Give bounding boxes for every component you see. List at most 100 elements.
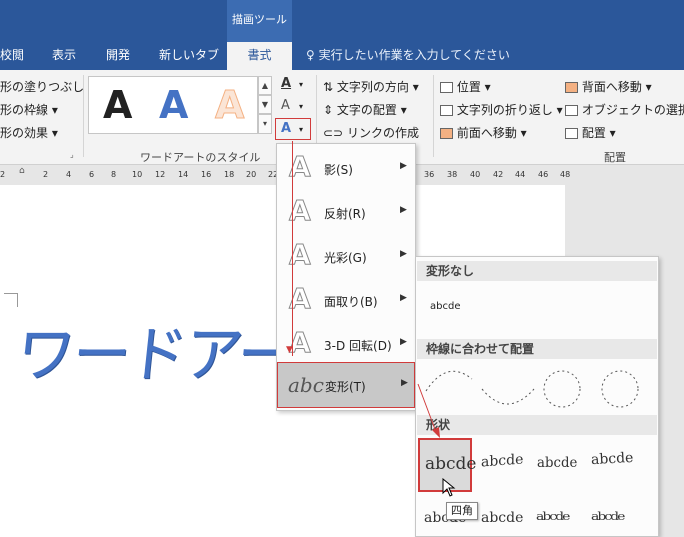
send-backward-button[interactable]: 背面へ移動 ▾ [565,78,652,95]
wordart-style-gallery[interactable]: A A A [88,76,258,134]
ruler-tick: 48 [560,170,571,179]
ruler-tick: 12 [155,170,166,179]
menu-item-label: 3-D 回転(D) [324,339,392,353]
margin-corner-mark [4,293,18,307]
warp-option[interactable]: abcde [591,511,625,524]
ruler-tick: 8 [111,170,117,179]
selection-pane-icon [565,105,578,116]
tell-me-box[interactable]: ♀ 実行したい作業を入力してください [306,42,510,70]
ruler-tick: 42 [493,170,504,179]
bring-forward-icon [440,128,453,139]
arrange-group-label: 配置 [604,151,626,164]
section-heading-follow-path: 枠線に合わせて配置 [417,339,657,359]
follow-path-button [601,370,639,408]
send-backward-icon [565,82,578,93]
gallery-more-icon[interactable]: ▾ [258,114,272,134]
text-align-icon: ⇕ [323,103,334,117]
gallery-scroll-up-icon[interactable]: ▲ [258,76,272,95]
ruler-tick: 4 [66,170,72,179]
warp-option[interactable]: abcde [481,510,523,526]
text-direction-button[interactable]: ⇅ 文字列の方向 ▾ [323,78,419,95]
follow-path-options[interactable] [422,361,654,417]
warp-option[interactable]: abcde [536,511,570,524]
align-button[interactable]: 配置 ▾ [565,124,616,141]
tab-developer[interactable]: 開発 [106,42,142,70]
chevron-right-icon: ▶ [400,293,407,303]
wordart-style-blue[interactable]: A [159,81,188,129]
text-direction-label: 文字列の方向 [336,80,409,94]
shape-outline-label: 形の枠線 [0,103,49,117]
tab-format[interactable]: 書式 [227,42,292,70]
ruler-tick: 10 [132,170,143,179]
shape-fill-button[interactable]: 形の塗りつぶし ▾ [0,78,94,95]
tab-new[interactable]: 新しいタブ [159,42,223,70]
text-align-button[interactable]: ⇕ 文字の配置 ▾ [323,101,407,118]
chevron-down-icon[interactable]: ▾ [299,102,303,111]
ruler-tick: 44 [515,170,526,179]
selection-pane-label: オブジェクトの選択と表 [581,103,684,117]
menu-item-label: 面取り(B) [324,295,378,309]
chevron-down-icon[interactable]: ▾ [299,80,303,89]
send-backward-label: 背面へ移動 [581,80,642,94]
shape-outline-button[interactable]: 形の枠線 ▾ [0,101,58,118]
menu-item-transform[interactable]: abc 変形(T) ▶ [277,362,415,408]
selection-pane-button[interactable]: オブジェクトの選択と表 [565,101,684,118]
ruler-tick: 6 [89,170,95,179]
ruler-tick: 2 [43,170,49,179]
ruler-tick: 14 [178,170,189,179]
position-icon [440,82,453,93]
wrap-text-icon [440,105,453,116]
menu-item-label: 光彩(G) [324,251,367,265]
annotation-arrow [417,383,440,438]
no-transform-option[interactable]: abcde [430,301,460,312]
menu-item-label: 影(S) [324,163,353,177]
menu-item-glow[interactable]: A 光彩(G) ▶ [277,234,415,278]
wordart-style-orange[interactable]: A [214,81,244,129]
ruler-tick: 38 [447,170,458,179]
warp-sample: abcde [425,454,477,474]
dialog-launcher-icon[interactable]: ⌟ [70,150,74,159]
text-effects-menu: A 影(S) ▶ A 反射(R) ▶ A 光彩(G) ▶ A 面取り(B) ▶ … [276,143,416,411]
menu-item-shadow[interactable]: A 影(S) ▶ [277,146,415,190]
tooltip: 四角 [446,502,478,520]
tab-view[interactable]: 表示 [52,42,88,70]
gallery-scroll-down-icon[interactable]: ▼ [258,95,272,114]
chevron-right-icon: ▶ [400,337,407,347]
wrap-text-label: 文字列の折り返し [456,103,553,117]
transform-icon: abc [288,373,324,397]
follow-path-circle [543,370,581,408]
indent-marker-icon[interactable]: ⌂ [19,166,25,176]
ruler-tick: 40 [470,170,481,179]
tab-review[interactable]: 校閲 [0,42,40,70]
shape-effects-button[interactable]: 形の効果 ▾ [0,124,58,141]
position-button[interactable]: 位置 ▾ [440,78,491,95]
text-direction-icon: ⇅ [323,80,334,94]
wrap-text-button[interactable]: 文字列の折り返し ▾ [440,101,563,118]
menu-item-reflection[interactable]: A 反射(R) ▶ [277,190,415,234]
wordart-style-black[interactable]: A [103,81,132,129]
chevron-right-icon: ▶ [400,205,407,215]
text-align-label: 文字の配置 [336,103,397,117]
menu-item-label: 変形(T) [325,380,366,394]
bring-forward-button[interactable]: 前面へ移動 ▾ [440,124,527,141]
warp-option[interactable]: abcde [537,455,577,471]
annotation-arrowhead-icon: ▼ [286,345,293,355]
warp-option[interactable]: abcde [591,450,634,468]
chevron-right-icon: ▶ [400,161,407,171]
text-fill-icon[interactable]: A [281,76,291,91]
annotation-line [292,141,293,356]
bring-forward-label: 前面へ移動 [456,126,517,140]
menu-item-label: 反射(R) [324,207,366,221]
menu-item-bevel[interactable]: A 面取り(B) ▶ [277,278,415,322]
group-divider [83,75,84,157]
ruler-tick: 2 [0,170,6,179]
mouse-pointer-icon [442,478,456,497]
text-outline-icon[interactable]: A [281,98,290,113]
title-bar [0,0,684,42]
menu-item-3d-rotation[interactable]: A 3-D 回転(D) ▶ [277,322,415,366]
section-heading-warp: 形状 [417,415,657,435]
section-heading-no-transform: 変形なし [417,261,657,281]
warp-option[interactable]: abcde [481,452,523,471]
chevron-right-icon: ▶ [401,378,408,388]
create-link-button[interactable]: ⊂⊃ リンクの作成 [323,124,419,141]
